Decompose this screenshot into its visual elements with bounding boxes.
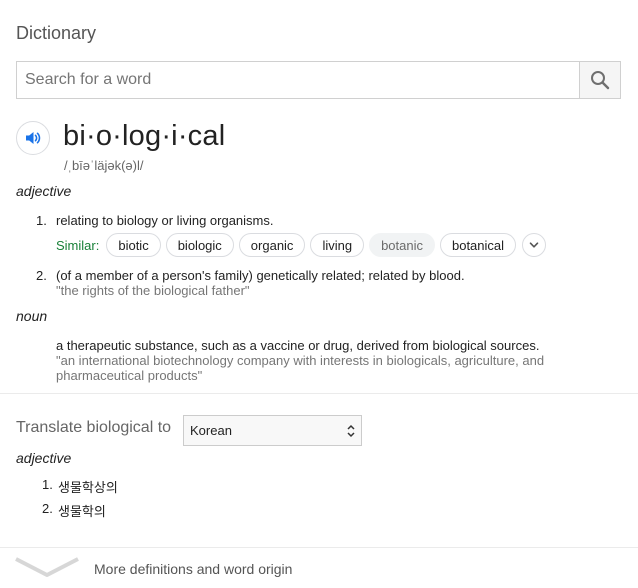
sense-definition: relating to biology or living organisms. [56, 213, 274, 228]
translation-number: 2. [42, 501, 53, 516]
speaker-icon [26, 132, 41, 144]
more-definitions-link[interactable]: More definitions and word origin [0, 548, 638, 588]
dictionary-card: Dictionary bi·o·log·i·cal /ˌbīəˈläjək(ə)… [0, 0, 638, 588]
similar-chip[interactable]: botanic [369, 233, 435, 257]
pos-adjective: adjective [16, 183, 72, 199]
similar-chip[interactable]: organic [238, 233, 306, 257]
translate-label: Translate biological to [16, 419, 172, 436]
up-down-arrows-icon [347, 424, 355, 438]
language-select-value: Korean [190, 423, 232, 438]
section-divider [0, 393, 638, 394]
translation-text: 생물학의 [58, 504, 106, 519]
search-box [16, 61, 621, 99]
translate-pos: adjective [16, 450, 72, 466]
pos-noun: noun [16, 308, 48, 324]
similar-chip[interactable]: biologic [165, 233, 234, 257]
chevron-down-icon [529, 242, 539, 248]
sense-example: "the rights of the biological father" [56, 283, 250, 298]
headword: bi·o·log·i·cal [63, 120, 226, 152]
phonetic: /ˌbīəˈläjək(ə)l/ [64, 158, 144, 173]
similar-chip[interactable]: living [310, 233, 365, 257]
sense-number: 2. [36, 268, 47, 283]
search-icon [591, 71, 610, 90]
sense-definition: (of a member of a person's family) genet… [56, 268, 465, 283]
language-select[interactable]: Korean [183, 415, 362, 446]
search-button[interactable] [579, 62, 620, 98]
similar-chip[interactable]: botanical [439, 233, 517, 257]
translation-text: 생물학상의 [58, 480, 118, 495]
noun-example: "an international biotechnology company … [56, 353, 545, 383]
pronunciation-audio-button[interactable] [16, 121, 50, 155]
card-title: Dictionary [16, 23, 97, 43]
chevron-down-icon [15, 557, 79, 577]
similar-chip[interactable]: biotic [106, 233, 161, 257]
expand-similar-button[interactable] [522, 233, 547, 257]
similar-label: Similar: [56, 237, 100, 253]
similar-words: Similar: biotic biologic organic living … [56, 233, 547, 257]
translation-number: 1. [42, 477, 53, 492]
sense-number: 1. [36, 213, 47, 228]
search-input[interactable] [17, 62, 579, 98]
noun-definition: a therapeutic substance, such as a vacci… [56, 338, 540, 353]
more-definitions-label: More definitions and word origin [94, 561, 293, 577]
